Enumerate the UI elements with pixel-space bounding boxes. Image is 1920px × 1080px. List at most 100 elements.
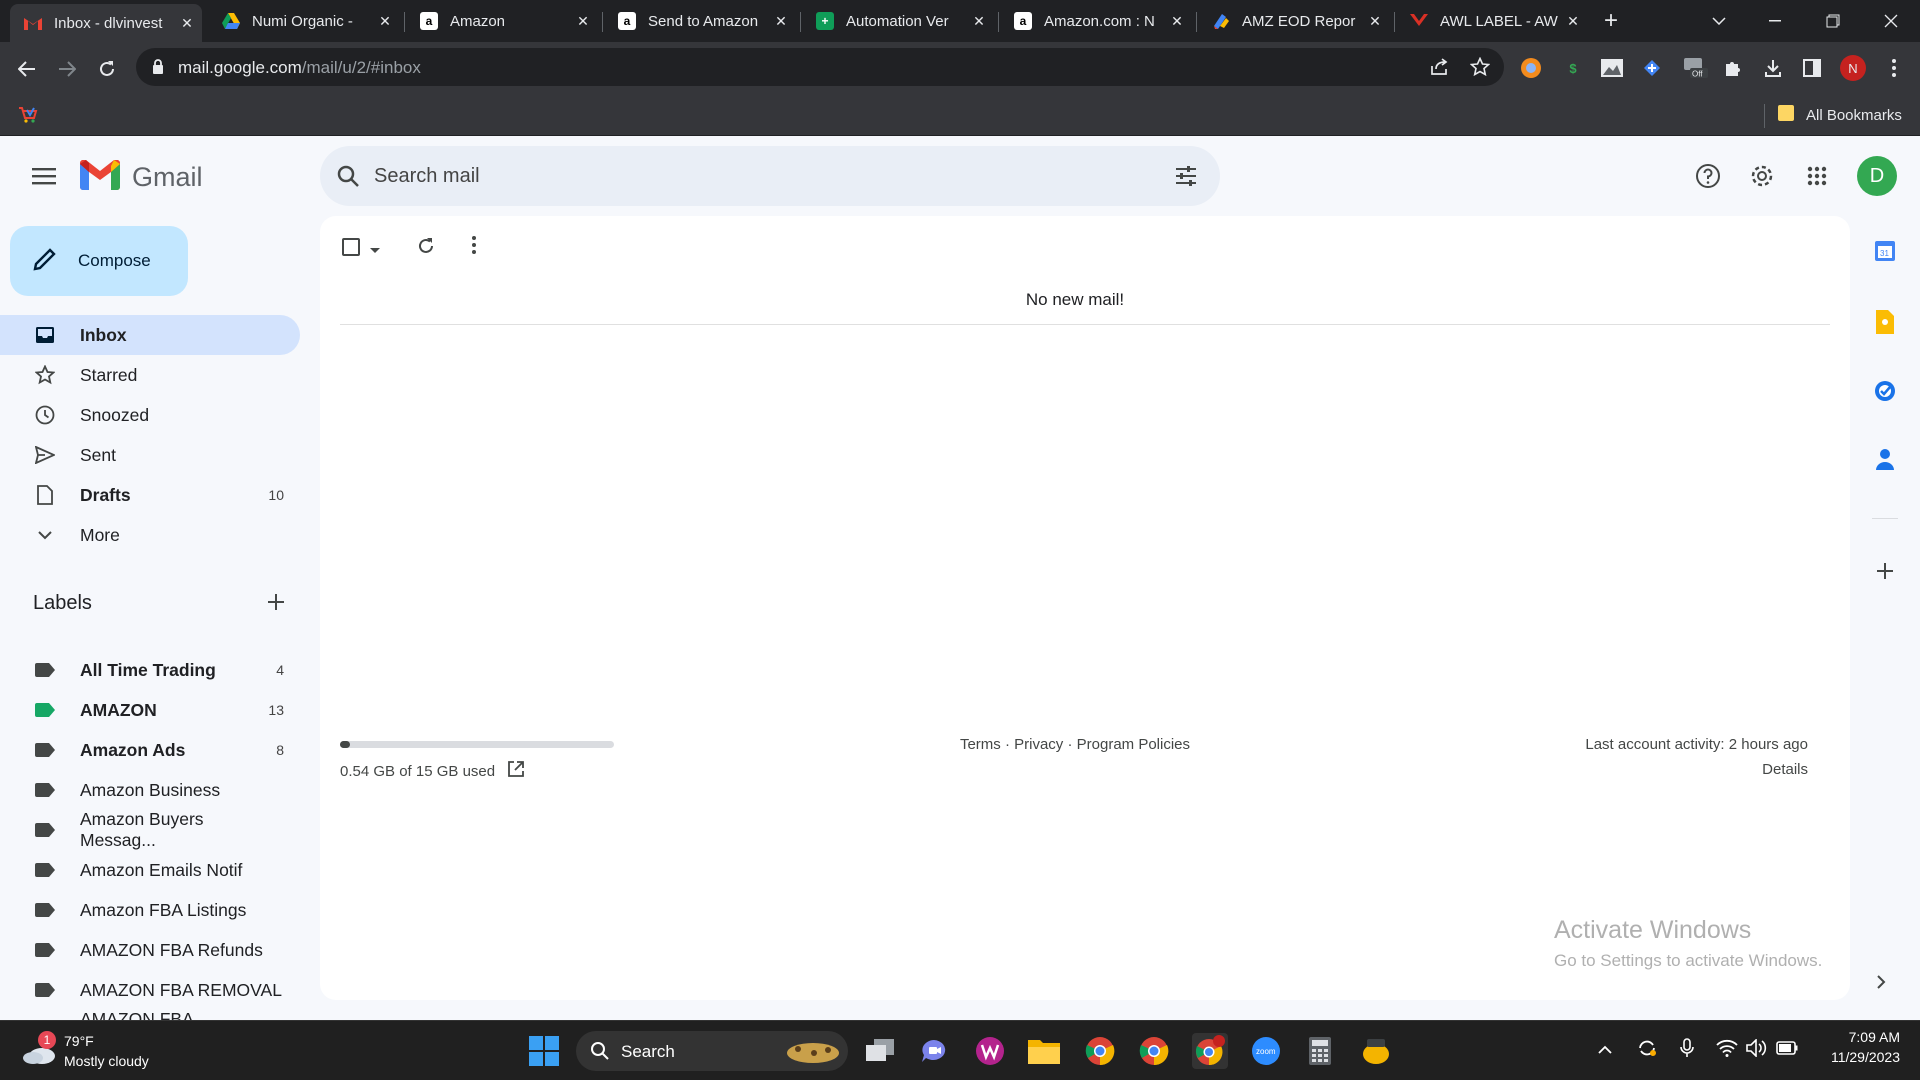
extension-orange-icon[interactable] [1520, 57, 1542, 79]
share-icon[interactable] [1430, 58, 1450, 81]
tab-amazon-com[interactable]: a Amazon.com : N ✕ [1000, 6, 1192, 36]
file-explorer-icon[interactable] [1026, 1033, 1062, 1069]
help-icon[interactable] [1688, 156, 1728, 196]
calculator-icon[interactable] [1302, 1033, 1338, 1069]
bookmark-cart-icon[interactable] [18, 106, 38, 129]
label-item[interactable]: Amazon Buyers Messag... [0, 809, 300, 850]
nav-snoozed[interactable]: Snoozed [0, 395, 300, 435]
tab-amz-eod[interactable]: AMZ EOD Repor ✕ [1198, 6, 1390, 36]
chevron-up-icon[interactable] [1598, 1041, 1612, 1059]
nav-starred[interactable]: Starred [0, 355, 300, 395]
extension-image-icon[interactable] [1601, 57, 1623, 79]
google-apps-icon[interactable] [1797, 156, 1837, 196]
battery-icon[interactable] [1776, 1041, 1798, 1060]
search-icon[interactable] [336, 164, 360, 193]
tab-inbox[interactable]: Inbox - dlvinvest ✕ [10, 4, 202, 42]
select-all-dropdown[interactable] [342, 238, 380, 261]
tab-send-to-amazon[interactable]: a Send to Amazon ✕ [604, 6, 796, 36]
tasks-icon[interactable] [1873, 379, 1897, 408]
label-item[interactable]: Amazon Ads 8 [0, 730, 300, 770]
task-view-icon[interactable] [862, 1033, 898, 1069]
close-icon[interactable]: ✕ [376, 13, 394, 30]
side-panel-icon[interactable] [1801, 57, 1823, 79]
extension-blue-icon[interactable] [1641, 57, 1663, 79]
label-item[interactable]: Amazon FBA Listings [0, 890, 300, 930]
address-bar[interactable]: mail.google.com/mail/u/2/#inbox [136, 48, 1504, 86]
tab-search-chevron-icon[interactable] [1696, 0, 1742, 42]
nav-sent[interactable]: Sent [0, 435, 300, 475]
nav-inbox[interactable]: Inbox [0, 315, 300, 355]
app-icon[interactable] [1358, 1033, 1394, 1069]
tab-automation[interactable]: + Automation Ver ✕ [802, 6, 994, 36]
taskbar-search[interactable]: Search [576, 1031, 848, 1071]
lock-icon[interactable] [152, 59, 164, 79]
bookmark-star-icon[interactable] [1469, 56, 1491, 82]
restore-button[interactable] [1810, 0, 1856, 42]
wifi-icon[interactable] [1716, 1039, 1738, 1062]
account-avatar[interactable]: D [1857, 156, 1897, 196]
chrome-active-icon[interactable] [1192, 1033, 1228, 1069]
close-icon[interactable]: ✕ [970, 13, 988, 30]
calendar-icon[interactable]: 31 [1874, 240, 1896, 267]
caret-down-icon[interactable] [370, 241, 380, 259]
close-window-button[interactable] [1868, 0, 1914, 42]
label-item[interactable]: AMAZON FBA SHIPMEN... [0, 1009, 300, 1020]
settings-gear-icon[interactable] [1742, 156, 1782, 196]
main-menu-icon[interactable] [24, 156, 64, 196]
open-in-new-icon[interactable] [507, 760, 525, 783]
wps-office-icon[interactable] [972, 1033, 1008, 1069]
label-item[interactable]: AMAZON FBA Refunds [0, 930, 300, 970]
add-addon-icon[interactable] [1875, 561, 1895, 586]
tab-amazon[interactable]: a Amazon ✕ [406, 6, 598, 36]
microphone-icon[interactable] [1680, 1038, 1694, 1063]
volume-icon[interactable] [1746, 1038, 1768, 1062]
label-item[interactable]: AMAZON FBA REMOVAL [0, 970, 300, 1010]
checkbox-icon[interactable] [342, 238, 360, 261]
search-input[interactable] [374, 165, 1074, 188]
reload-button[interactable] [92, 54, 122, 84]
tab-numi-organic[interactable]: Numi Organic - ✕ [208, 6, 400, 36]
chrome-profile-icon[interactable] [1136, 1033, 1172, 1069]
close-icon[interactable]: ✕ [574, 13, 592, 30]
search-options-icon[interactable] [1174, 164, 1198, 193]
all-bookmarks-folder[interactable]: All Bookmarks [1778, 105, 1902, 126]
back-button[interactable] [12, 54, 42, 84]
compose-button[interactable]: Compose [10, 226, 188, 296]
forward-button[interactable] [52, 54, 82, 84]
download-icon[interactable] [1762, 57, 1784, 79]
clock-time[interactable]: 7:09 AM [1810, 1029, 1900, 1045]
nav-drafts[interactable]: Drafts 10 [0, 475, 300, 515]
close-icon[interactable]: ✕ [178, 15, 196, 32]
zoom-icon[interactable]: zoom [1248, 1033, 1284, 1069]
refresh-icon[interactable] [416, 236, 436, 261]
search-bar[interactable] [320, 146, 1220, 206]
extensions-puzzle-icon[interactable] [1722, 57, 1744, 79]
label-item[interactable]: Amazon Business [0, 770, 300, 810]
nav-more[interactable]: More [0, 515, 300, 555]
teams-chat-icon[interactable] [916, 1033, 952, 1069]
close-icon[interactable]: ✕ [1168, 13, 1186, 30]
close-icon[interactable]: ✕ [772, 13, 790, 30]
minimize-button[interactable] [1752, 0, 1798, 42]
tab-awl-label[interactable]: AWL LABEL - AW ✕ [1396, 6, 1588, 36]
contacts-icon[interactable] [1875, 448, 1895, 475]
label-item[interactable]: AMAZON 13 [0, 690, 300, 730]
sync-icon[interactable] [1637, 1038, 1657, 1063]
gmail-logo[interactable]: Gmail [79, 159, 203, 195]
close-icon[interactable]: ✕ [1366, 13, 1384, 30]
windows-start-icon[interactable] [526, 1033, 562, 1069]
keep-icon[interactable] [1874, 310, 1894, 339]
expand-panel-icon[interactable] [1876, 975, 1886, 994]
url-text[interactable]: mail.google.com/mail/u/2/#inbox [178, 58, 421, 78]
add-label-icon[interactable] [266, 592, 286, 617]
label-item[interactable]: Amazon Emails Notif [0, 850, 300, 890]
details-link[interactable]: Details [1762, 761, 1808, 778]
close-icon[interactable]: ✕ [1564, 13, 1582, 30]
extension-sellerapp-icon[interactable]: $ [1562, 57, 1584, 79]
label-item[interactable]: All Time Trading 4 [0, 650, 300, 690]
more-options-icon[interactable] [472, 236, 476, 259]
chrome-icon[interactable] [1082, 1033, 1118, 1069]
clock-date[interactable]: 11/29/2023 [1810, 1049, 1900, 1065]
extension-off-icon[interactable]: Off [1682, 57, 1710, 79]
new-tab-button[interactable]: + [1588, 0, 1634, 42]
